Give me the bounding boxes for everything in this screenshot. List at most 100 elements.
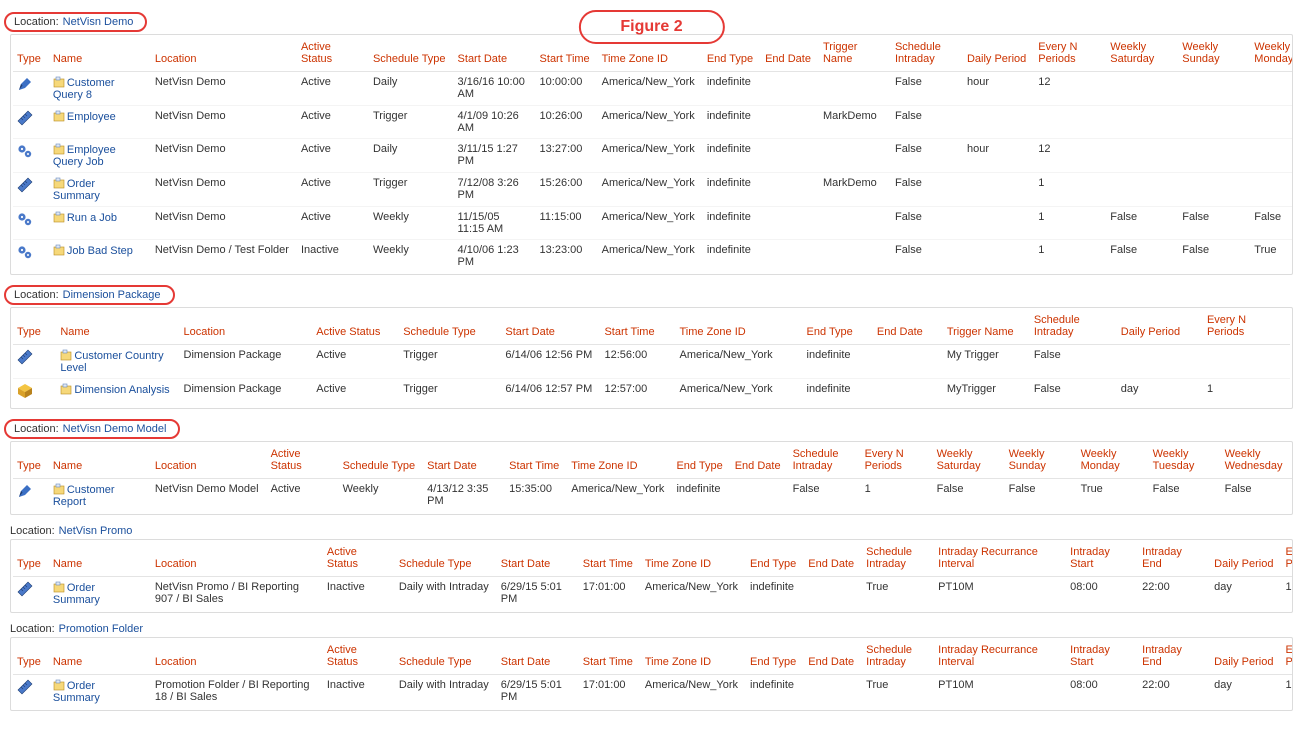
cell-active: Active <box>301 76 331 88</box>
location-link[interactable]: Dimension Package <box>63 289 161 301</box>
location-link[interactable]: NetVisn Demo Model <box>63 423 167 435</box>
object-icon <box>53 143 65 155</box>
col-location[interactable]: Location <box>151 640 323 675</box>
col-endDate[interactable]: End Date <box>873 310 943 345</box>
col-trigger[interactable]: Trigger Name <box>819 37 891 72</box>
col-endType[interactable]: End Type <box>746 640 804 675</box>
object-name-link[interactable]: Job Bad Step <box>67 245 133 257</box>
col-startTime[interactable]: Start Time <box>579 640 641 675</box>
cell-location: NetVisn Demo <box>155 76 226 88</box>
col-location[interactable]: Location <box>180 310 313 345</box>
col-active[interactable]: Active Status <box>267 444 339 479</box>
col-dailyPeriod[interactable]: Daily Period <box>1210 542 1281 577</box>
col-dailyPeriod[interactable]: Daily Period <box>1117 310 1203 345</box>
col-active[interactable]: Active Status <box>323 640 395 675</box>
col-location[interactable]: Location <box>151 37 297 72</box>
col-everyN[interactable]: Every N Periods <box>1203 310 1290 345</box>
col-active[interactable]: Active Status <box>297 37 369 72</box>
col-endType[interactable]: End Type <box>672 444 730 479</box>
col-wSat[interactable]: Weekly Saturday <box>933 444 1005 479</box>
col-active[interactable]: Active Status <box>312 310 399 345</box>
col-tz[interactable]: Time Zone ID <box>641 542 746 577</box>
object-name-link[interactable]: Dimension Analysis <box>74 384 169 396</box>
cell-wSat: False <box>1110 244 1137 256</box>
col-wTue[interactable]: Weekly Tuesday <box>1149 444 1221 479</box>
col-name[interactable]: Name <box>56 310 179 345</box>
col-name[interactable]: Name <box>49 37 151 72</box>
object-name-link[interactable]: Run a Job <box>67 212 117 224</box>
col-endDate[interactable]: End Date <box>804 542 862 577</box>
object-name-link[interactable]: Employee <box>67 111 116 123</box>
col-schedType[interactable]: Schedule Type <box>339 444 424 479</box>
col-endType[interactable]: End Type <box>803 310 873 345</box>
col-intraRecur[interactable]: Intraday Recurrance Interval <box>934 640 1066 675</box>
col-name[interactable]: Name <box>49 640 151 675</box>
col-startDate[interactable]: Start Date <box>454 37 536 72</box>
col-intraStart[interactable]: Intraday Start <box>1066 542 1138 577</box>
col-dailyPeriod[interactable]: Daily Period <box>1210 640 1281 675</box>
col-schedIntra[interactable]: Schedule Intraday <box>862 542 934 577</box>
col-tz[interactable]: Time Zone ID <box>567 444 672 479</box>
col-startDate[interactable]: Start Date <box>423 444 505 479</box>
col-wSun[interactable]: Weekly Sunday <box>1005 444 1077 479</box>
table-row: Run a JobNetVisn DemoActiveWeekly11/15/0… <box>13 207 1293 240</box>
location-link[interactable]: NetVisn Promo <box>59 525 133 537</box>
col-schedIntra[interactable]: Schedule Intraday <box>789 444 861 479</box>
cell-active: Inactive <box>327 679 365 691</box>
cell-schedIntra: False <box>1034 349 1061 361</box>
col-type[interactable]: Type <box>13 640 49 675</box>
cell-startDate: 4/10/06 1:23 PM <box>458 244 519 268</box>
location-link[interactable]: Promotion Folder <box>59 623 143 635</box>
col-schedIntra[interactable]: Schedule Intraday <box>1030 310 1117 345</box>
col-everyN[interactable]: Every N Periods <box>861 444 933 479</box>
col-wSat[interactable]: Weekly Saturday <box>1106 37 1178 72</box>
col-intraStart[interactable]: Intraday Start <box>1066 640 1138 675</box>
col-location[interactable]: Location <box>151 444 267 479</box>
col-intraRecur[interactable]: Intraday Recurrance Interval <box>934 542 1066 577</box>
col-everyN[interactable]: Every N Periods <box>1034 37 1106 72</box>
location-link[interactable]: NetVisn Demo <box>63 16 134 28</box>
col-dailyPeriod[interactable]: Daily Period <box>963 37 1034 72</box>
col-name[interactable]: Name <box>49 444 151 479</box>
col-startTime[interactable]: Start Time <box>579 542 641 577</box>
col-name[interactable]: Name <box>49 542 151 577</box>
cell-active: Active <box>271 483 301 495</box>
col-type[interactable]: Type <box>13 37 49 72</box>
col-startTime[interactable]: Start Time <box>505 444 567 479</box>
col-schedType[interactable]: Schedule Type <box>369 37 454 72</box>
table-header-row: TypeNameLocationActive StatusSchedule Ty… <box>13 310 1290 345</box>
col-type[interactable]: Type <box>13 310 56 345</box>
col-intraEnd[interactable]: Intraday End <box>1138 542 1210 577</box>
object-name-link[interactable]: Customer Country Level <box>60 350 163 374</box>
col-wWed[interactable]: Weekly Wednesday <box>1221 444 1293 479</box>
col-location[interactable]: Location <box>151 542 323 577</box>
cell-tz: America/New_York <box>571 483 664 495</box>
cell-wWed: False <box>1225 483 1252 495</box>
col-schedType[interactable]: Schedule Type <box>395 640 497 675</box>
col-startDate[interactable]: Start Date <box>497 640 579 675</box>
col-endDate[interactable]: End Date <box>731 444 789 479</box>
col-wMon[interactable]: Weekly Monday <box>1077 444 1149 479</box>
col-endDate[interactable]: End Date <box>761 37 819 72</box>
cell-everyN: 1 <box>1038 177 1044 189</box>
col-startDate[interactable]: Start Date <box>501 310 600 345</box>
col-schedType[interactable]: Schedule Type <box>395 542 497 577</box>
col-startTime[interactable]: Start Time <box>600 310 675 345</box>
col-wSun[interactable]: Weekly Sunday <box>1178 37 1250 72</box>
col-everyN[interactable]: Every N Periods <box>1281 542 1293 577</box>
col-schedIntra[interactable]: Schedule Intraday <box>891 37 963 72</box>
col-schedType[interactable]: Schedule Type <box>399 310 501 345</box>
col-startDate[interactable]: Start Date <box>497 542 579 577</box>
col-intraEnd[interactable]: Intraday End <box>1138 640 1210 675</box>
col-schedIntra[interactable]: Schedule Intraday <box>862 640 934 675</box>
col-tz[interactable]: Time Zone ID <box>641 640 746 675</box>
col-endType[interactable]: End Type <box>746 542 804 577</box>
col-type[interactable]: Type <box>13 542 49 577</box>
col-tz[interactable]: Time Zone ID <box>676 310 803 345</box>
col-trigger[interactable]: Trigger Name <box>943 310 1030 345</box>
col-wMon[interactable]: Weekly Monday <box>1250 37 1293 72</box>
col-active[interactable]: Active Status <box>323 542 395 577</box>
col-endDate[interactable]: End Date <box>804 640 862 675</box>
col-type[interactable]: Type <box>13 444 49 479</box>
col-everyN[interactable]: Every N Periods <box>1281 640 1293 675</box>
